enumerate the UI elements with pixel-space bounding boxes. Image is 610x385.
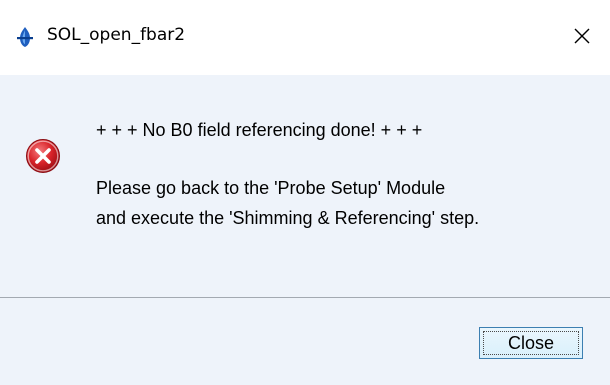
message-headline: + + + No B0 field referencing done! + + … bbox=[96, 120, 423, 140]
message-line-2: and execute the 'Shimming & Referencing'… bbox=[96, 208, 480, 228]
window-title: SOL_open_fbar2 bbox=[47, 25, 186, 45]
app-icon bbox=[17, 27, 33, 47]
error-icon bbox=[26, 139, 60, 173]
title-bar[interactable]: SOL_open_fbar2 bbox=[0, 0, 610, 75]
close-button[interactable]: Close bbox=[479, 327, 583, 359]
close-button-label: Close bbox=[507, 332, 555, 353]
close-icon[interactable] bbox=[568, 22, 596, 50]
error-dialog: SOL_open_fbar2 + + + No B0 field referen… bbox=[0, 0, 610, 385]
message-line-1: Please go back to the 'Probe Setup' Modu… bbox=[96, 178, 446, 198]
